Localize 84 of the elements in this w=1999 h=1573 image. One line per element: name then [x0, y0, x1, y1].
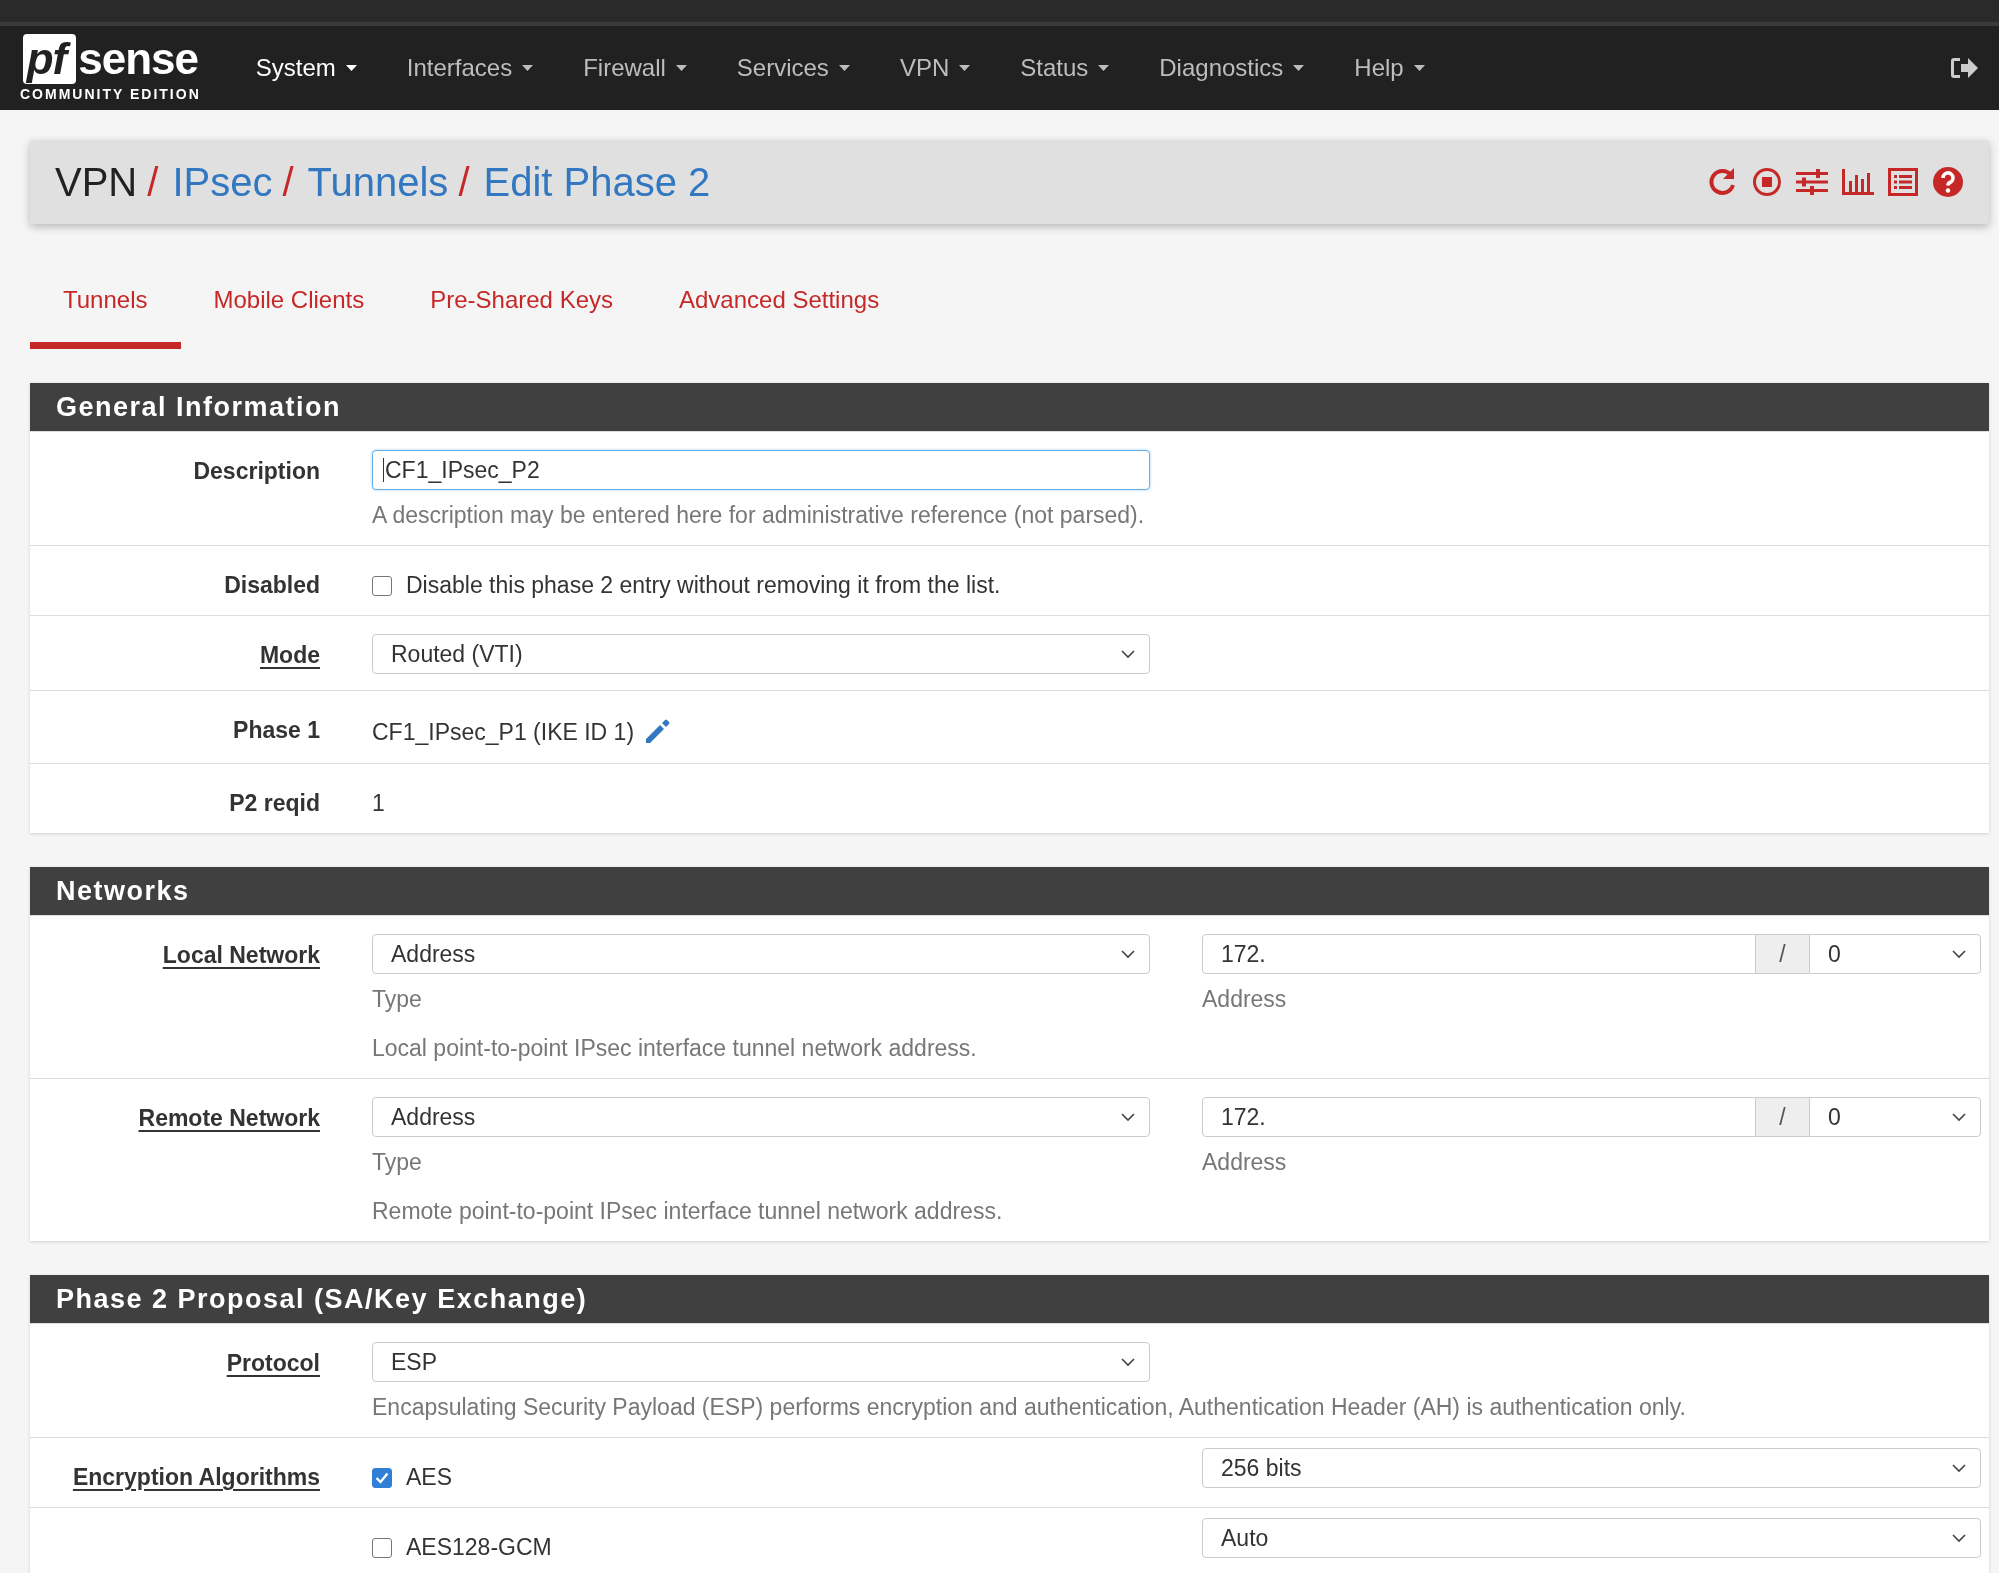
logout-icon[interactable]: [1949, 55, 1979, 81]
caret-icon: [522, 65, 534, 71]
type-select[interactable]: Address: [372, 934, 1150, 974]
chevron-icon: [1121, 1357, 1135, 1367]
select-field[interactable]: Routed (VTI): [372, 634, 1150, 674]
caret-icon: [1098, 65, 1110, 71]
field-label: Phase 1: [232, 716, 320, 744]
logo-caption: COMMUNITY EDITION: [20, 86, 201, 102]
checkbox-label: AES: [406, 1464, 453, 1491]
menu-item[interactable]: VPN: [874, 44, 996, 92]
menu-item[interactable]: System: [230, 44, 382, 92]
checkbox[interactable]: [372, 1537, 392, 1558]
logo-wordmark: sense: [78, 37, 198, 81]
caret-icon: [838, 65, 850, 71]
description-field[interactable]: CF1_IPsec_P2: [372, 450, 1150, 490]
menu-item[interactable]: Firewall: [558, 44, 712, 92]
stop-icon[interactable]: [1752, 167, 1782, 197]
value-text: 1: [372, 790, 385, 817]
chevron-icon: [1952, 1533, 1966, 1543]
field-caption: Type: [372, 986, 423, 1013]
help-text: Remote point-to-point IPsec interface tunnel network address.: [372, 1198, 1004, 1225]
breadcrumb-separator: /: [282, 159, 294, 205]
chevron-icon: [1952, 1112, 1966, 1122]
list-icon[interactable]: [1888, 168, 1918, 196]
slash-addon: /: [1756, 934, 1809, 974]
sliders-icon[interactable]: [1796, 168, 1828, 196]
chevron-icon: [1121, 949, 1135, 959]
field-caption: Address: [1202, 1149, 1288, 1176]
caret-icon: [1413, 65, 1425, 71]
checkbox[interactable]: [372, 575, 392, 596]
breadcrumb-separator: /: [458, 159, 470, 205]
section-header: Phase 2 Proposal (SA/Key Exchange): [30, 1275, 1989, 1323]
breadcrumb-separator: /: [147, 159, 159, 205]
address-field[interactable]: 172.: [1202, 1097, 1756, 1137]
checkbox-label: AES128-GCM: [406, 1534, 552, 1561]
checkbox-label: Disable this phase 2 entry without removing it from the list.: [406, 572, 1001, 599]
logo-mark: pf: [22, 34, 77, 84]
caret-icon: [959, 65, 971, 71]
chevron-icon: [1121, 649, 1135, 659]
chevron-icon: [1121, 1112, 1135, 1122]
field-caption: Address: [1202, 986, 1288, 1013]
mask-select[interactable]: 0: [1809, 934, 1981, 974]
key-length-select[interactable]: Auto: [1202, 1518, 1981, 1558]
field-label[interactable]: Remote Network: [30, 1097, 320, 1132]
mask-select[interactable]: 0: [1809, 1097, 1981, 1137]
menu-item[interactable]: Interfaces: [381, 44, 559, 92]
tab[interactable]: Pre-Shared Keys: [397, 268, 646, 349]
menu-item[interactable]: Status: [995, 44, 1135, 92]
caret-icon: [675, 65, 687, 71]
menu-item[interactable]: Services: [711, 44, 875, 92]
field-label: P2 reqid: [228, 789, 320, 817]
logo[interactable]: pf sense COMMUNITY EDITION: [20, 34, 201, 102]
chevron-icon: [1952, 1463, 1966, 1473]
field-label: Description: [192, 457, 320, 485]
menu-item[interactable]: Help: [1329, 44, 1450, 92]
reload-icon[interactable]: [1706, 166, 1738, 198]
section-header: General Information: [30, 383, 1989, 431]
help-text: A description may be entered here for administrative reference (not parsed).: [372, 502, 1146, 529]
value-text: CF1_IPsec_P1 (IKE ID 1): [372, 718, 635, 746]
help-text: Encapsulating Security Payload (ESP) performs encryption and authentication, Authentication Header (AH) is authentication only.: [372, 1394, 1687, 1421]
chevron-icon: [1952, 949, 1966, 959]
field-label[interactable]: Encryption Algorithms: [30, 1456, 320, 1491]
type-select[interactable]: Address: [372, 1097, 1150, 1137]
help-text: Local point-to-point IPsec interface tunnel network address.: [372, 1035, 978, 1062]
address-field[interactable]: 172.: [1202, 934, 1756, 974]
field-label[interactable]: Protocol: [30, 1342, 320, 1377]
bar-chart-icon[interactable]: [1842, 169, 1874, 195]
help-icon[interactable]: [1932, 166, 1964, 198]
menu-item[interactable]: Diagnostics: [1134, 44, 1330, 92]
field-label[interactable]: Mode: [30, 634, 320, 669]
select-field[interactable]: ESP: [372, 1342, 1150, 1382]
tab[interactable]: Mobile Clients: [180, 268, 398, 349]
tab[interactable]: Tunnels: [30, 268, 181, 349]
field-caption: Type: [372, 1149, 423, 1176]
field-label[interactable]: Local Network: [30, 934, 320, 969]
section-header: Networks: [30, 867, 1989, 915]
checkbox[interactable]: [372, 1467, 392, 1488]
tab[interactable]: Advanced Settings: [646, 268, 913, 349]
caret-icon: [1293, 65, 1305, 71]
breadcrumb-item: VPN: [55, 159, 138, 205]
slash-addon: /: [1756, 1097, 1809, 1137]
caret-icon: [345, 65, 357, 71]
key-length-select[interactable]: 256 bits: [1202, 1448, 1981, 1488]
field-label: Disabled: [223, 571, 320, 599]
